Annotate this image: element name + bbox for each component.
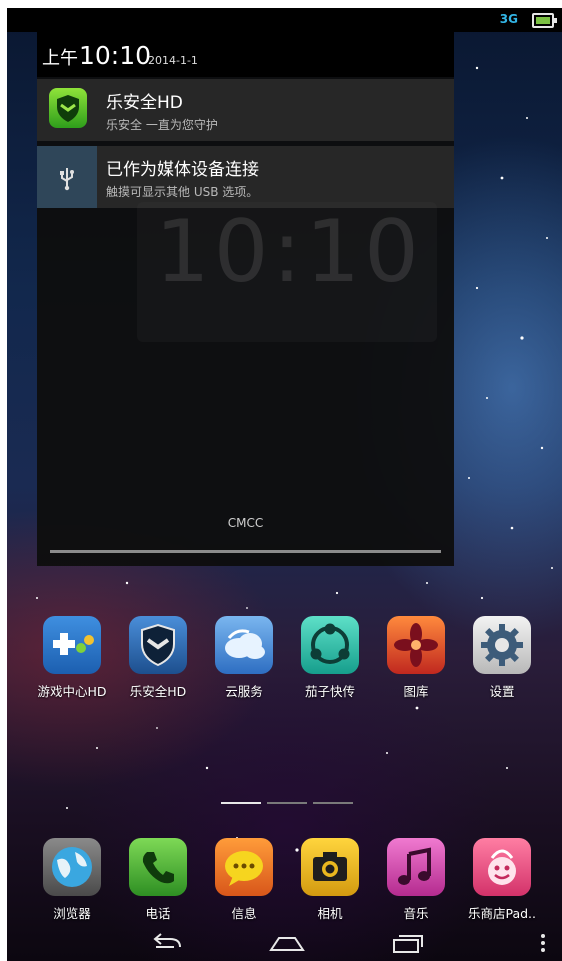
clock-widget-ghost: 10:10 [137, 202, 437, 342]
app-settings[interactable]: 设置 [462, 616, 542, 700]
notification-title: 已作为媒体设备连接 [106, 160, 259, 180]
page-dot[interactable] [221, 802, 261, 804]
app-label: 图库 [403, 684, 429, 699]
app-label: 电话 [145, 906, 171, 921]
app-label: 信息 [231, 906, 257, 921]
shade-drag-handle[interactable] [50, 550, 441, 553]
page-dot[interactable] [313, 802, 353, 804]
dock-phone[interactable]: 电话 [118, 838, 198, 922]
notification-subtitle: 乐安全 一直为您守护 [106, 118, 218, 132]
battery-charging-icon [532, 13, 557, 28]
shade-header: 上午10:10 2014-1-1 [37, 32, 454, 77]
app-security[interactable]: 乐安全HD [118, 616, 198, 700]
app-label: 乐安全HD [129, 684, 187, 699]
app-label: 游戏中心HD [37, 684, 107, 699]
gamepad-icon [43, 616, 101, 674]
phone-screen: 3G 上午10:10 2014-1-1 乐安全HD 乐安全 一直为您守护 已作为… [7, 8, 562, 961]
gear-icon [473, 616, 531, 674]
network-indicator: 3G [499, 12, 518, 26]
notification-shade: 上午10:10 2014-1-1 乐安全HD 乐安全 一直为您守护 已作为媒体设… [37, 32, 454, 566]
app-label: 设置 [489, 684, 515, 699]
dock-browser[interactable]: 浏览器 [32, 838, 112, 922]
notification-security[interactable]: 乐安全HD 乐安全 一直为您守护 [37, 79, 454, 141]
navigation-bar [7, 926, 562, 961]
dock-store[interactable]: 乐商店Pad.. [462, 838, 542, 922]
shield-icon [37, 79, 97, 141]
app-cloud[interactable]: 云服务 [204, 616, 284, 700]
camera-icon [301, 838, 359, 896]
app-label: 茄子快传 [304, 684, 355, 699]
status-bar: 3G [7, 8, 562, 32]
home-icon[interactable] [269, 932, 305, 954]
clock-value: 10:10 [79, 41, 152, 70]
app-share[interactable]: 茄子快传 [290, 616, 370, 700]
clock-time: 上午10:10 [42, 41, 151, 70]
usb-icon [37, 146, 97, 208]
dock-camera[interactable]: 相机 [290, 838, 370, 922]
cloud-icon [215, 616, 273, 674]
shield-icon [129, 616, 187, 674]
phone-icon [129, 838, 187, 896]
app-gallery[interactable]: 图库 [376, 616, 456, 700]
music-note-icon [387, 838, 445, 896]
share-icon [301, 616, 359, 674]
globe-icon [43, 838, 101, 896]
app-label: 云服务 [225, 684, 263, 699]
notification-usb[interactable]: 已作为媒体设备连接 触摸可显示其他 USB 选项。 [37, 146, 454, 208]
notification-title: 乐安全HD [106, 93, 183, 113]
carrier-label: CMCC [227, 516, 264, 530]
recent-apps-icon[interactable] [391, 932, 425, 954]
dock-music[interactable]: 音乐 [376, 838, 456, 922]
back-icon[interactable] [150, 932, 184, 954]
clock-date: 2014-1-1 [148, 54, 198, 67]
message-icon [215, 838, 273, 896]
notification-subtitle: 触摸可显示其他 USB 选项。 [106, 185, 259, 199]
page-indicator [221, 789, 359, 808]
store-bag-icon [473, 838, 531, 896]
app-label: 相机 [317, 906, 343, 921]
app-label: 乐商店Pad.. [467, 906, 537, 921]
page-dot[interactable] [267, 802, 307, 804]
dock-messages[interactable]: 信息 [204, 838, 284, 922]
app-label: 浏览器 [53, 906, 91, 921]
app-label: 音乐 [403, 906, 429, 921]
clock-widget-digits: 10:10 [155, 202, 423, 302]
gallery-flower-icon [387, 616, 445, 674]
app-game-center[interactable]: 游戏中心HD [32, 616, 112, 700]
clock-ampm: 上午 [42, 48, 78, 69]
menu-overflow-icon[interactable] [539, 932, 547, 954]
